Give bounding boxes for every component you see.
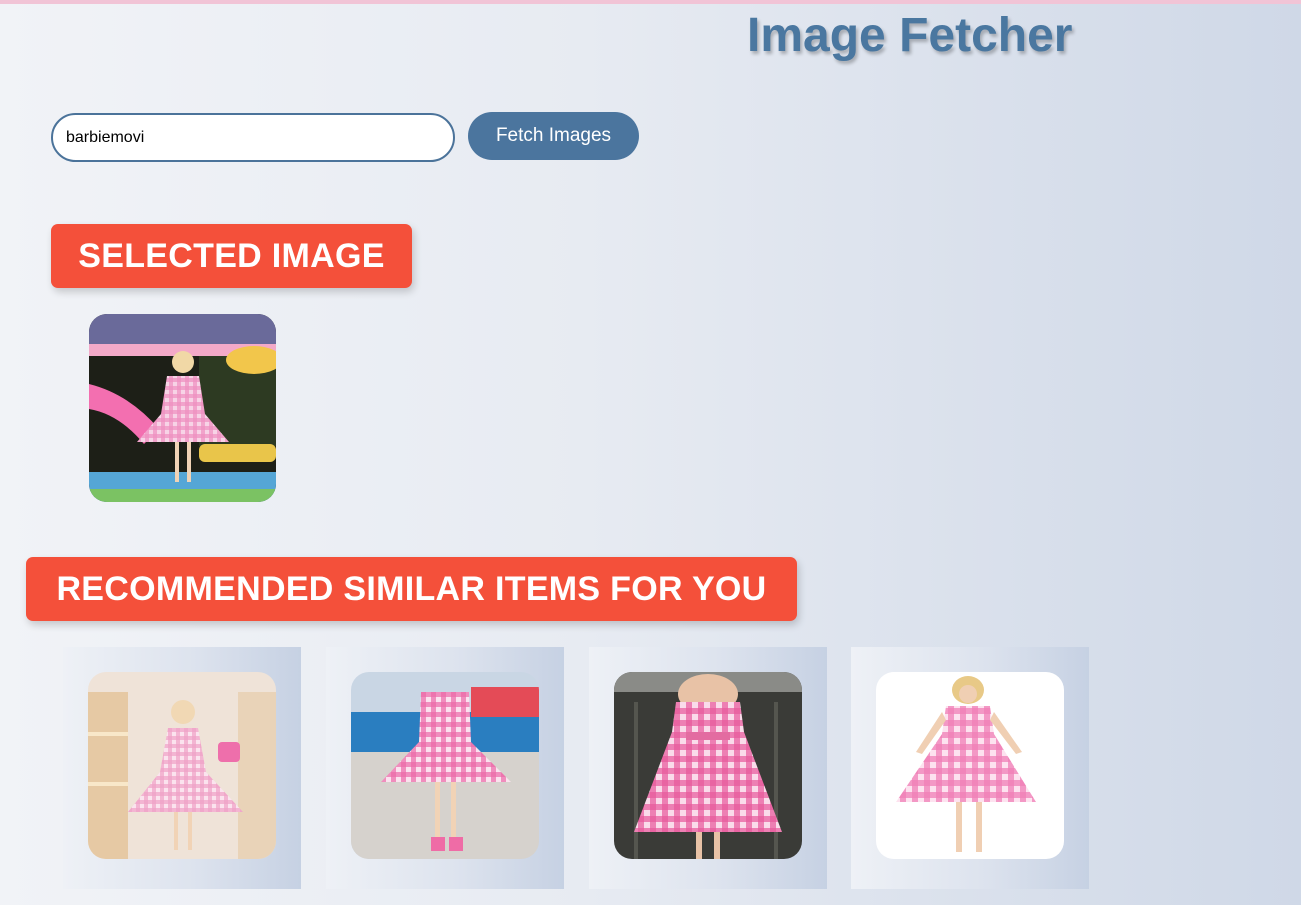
selected-image[interactable] — [89, 314, 276, 502]
recommended-item[interactable] — [63, 647, 301, 889]
search-input[interactable] — [51, 113, 455, 162]
top-accent-line — [0, 0, 1301, 4]
recommended-image[interactable] — [876, 672, 1064, 859]
recommended-heading: RECOMMENDED SIMILAR ITEMS FOR YOU — [26, 557, 797, 621]
fetch-images-button[interactable]: Fetch Images — [468, 112, 639, 160]
recommended-item[interactable] — [851, 647, 1089, 889]
recommended-item[interactable] — [326, 647, 564, 889]
page-title: Image Fetcher — [747, 9, 1073, 62]
recommended-image[interactable] — [88, 672, 276, 859]
recommended-image[interactable] — [614, 672, 802, 859]
recommended-image[interactable] — [351, 672, 539, 859]
recommended-item[interactable] — [589, 647, 827, 889]
selected-image-heading: SELECTED IMAGE — [51, 224, 412, 288]
